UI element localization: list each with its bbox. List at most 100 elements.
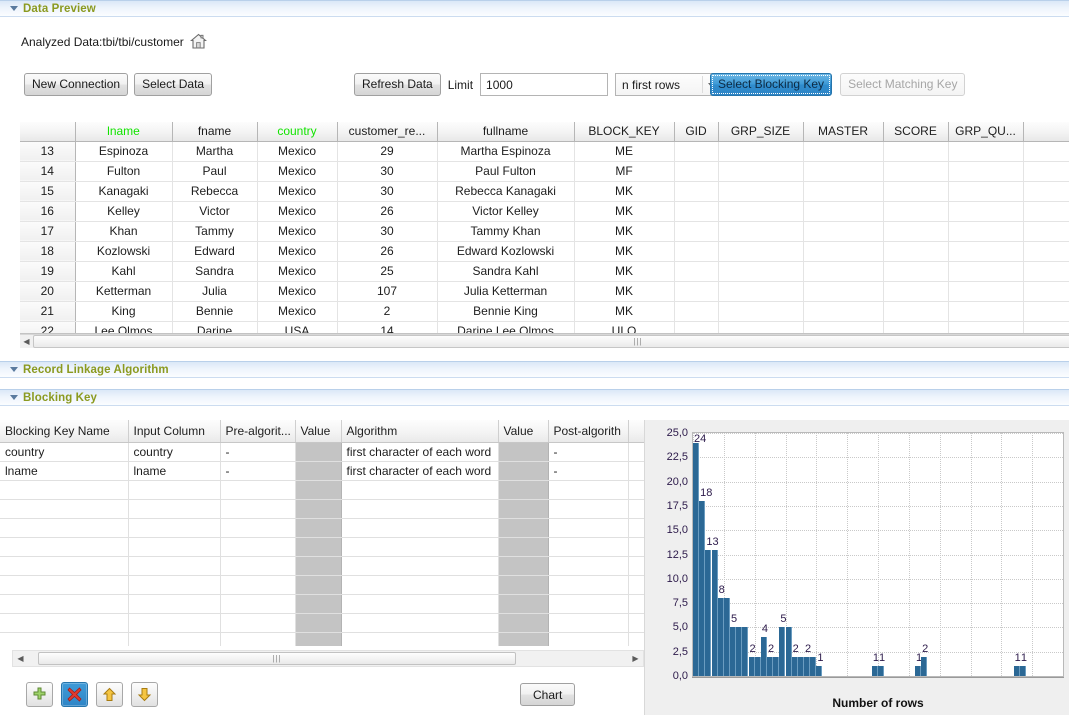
value-cell[interactable] xyxy=(498,442,548,461)
table-cell[interactable] xyxy=(718,301,803,321)
table-cell[interactable]: Khan xyxy=(75,221,172,241)
table-cell[interactable] xyxy=(948,181,1023,201)
table-cell[interactable] xyxy=(628,632,644,646)
table-cell[interactable]: 30 xyxy=(337,181,437,201)
table-cell[interactable]: Kahl xyxy=(75,261,172,281)
table-cell[interactable] xyxy=(341,556,498,575)
table-cell[interactable]: MK xyxy=(574,261,674,281)
limit-input[interactable] xyxy=(480,73,608,96)
table-cell[interactable] xyxy=(1023,161,1069,181)
table-cell[interactable] xyxy=(948,141,1023,161)
table-cell[interactable]: Edward xyxy=(172,241,257,261)
column-header-block-key[interactable]: BLOCK_KEY xyxy=(574,122,674,141)
column-header-gid[interactable]: GID xyxy=(674,122,718,141)
delete-row-button[interactable] xyxy=(61,682,88,707)
table-cell[interactable] xyxy=(220,480,295,499)
table-cell[interactable] xyxy=(883,201,948,221)
table-cell[interactable]: Mexico xyxy=(257,261,337,281)
column-header-post-algorith[interactable]: Post-algorith xyxy=(548,420,628,442)
value-cell[interactable] xyxy=(295,518,341,537)
table-cell[interactable] xyxy=(341,613,498,632)
table-cell[interactable]: Tammy xyxy=(172,221,257,241)
row-number-cell[interactable]: 17 xyxy=(20,221,75,241)
table-cell[interactable] xyxy=(803,161,883,181)
table-cell[interactable] xyxy=(0,499,128,518)
table-cell[interactable] xyxy=(803,181,883,201)
table-cell[interactable] xyxy=(628,442,644,461)
table-cell[interactable] xyxy=(803,301,883,321)
column-header-fullname[interactable]: fullname xyxy=(437,122,574,141)
table-cell[interactable] xyxy=(0,518,128,537)
table-cell[interactable] xyxy=(341,499,498,518)
row-number-cell[interactable]: 18 xyxy=(20,241,75,261)
chart-bar[interactable] xyxy=(816,666,822,676)
section-header-data-preview[interactable]: Data Preview xyxy=(0,0,1069,17)
table-cell[interactable]: Fulton xyxy=(75,161,172,181)
rows-mode-select[interactable]: n first rows xyxy=(615,73,723,96)
column-header[interactable] xyxy=(628,420,644,442)
column-header-master[interactable]: MASTER xyxy=(803,122,883,141)
row-number-cell[interactable]: 19 xyxy=(20,261,75,281)
value-cell[interactable] xyxy=(498,556,548,575)
table-cell[interactable] xyxy=(628,556,644,575)
table-cell[interactable]: MK xyxy=(574,221,674,241)
table-cell[interactable] xyxy=(803,241,883,261)
table-cell[interactable]: USA xyxy=(257,321,337,334)
table-cell[interactable] xyxy=(948,321,1023,334)
value-cell[interactable] xyxy=(295,594,341,613)
table-cell[interactable] xyxy=(220,499,295,518)
table-cell[interactable]: MK xyxy=(574,301,674,321)
table-row[interactable] xyxy=(0,537,644,556)
table-cell[interactable] xyxy=(718,141,803,161)
table-cell[interactable] xyxy=(628,537,644,556)
table-cell[interactable]: lname xyxy=(0,461,128,480)
table-cell[interactable] xyxy=(803,321,883,334)
table-cell[interactable]: Martha Espinoza xyxy=(437,141,574,161)
select-data-button[interactable]: Select Data xyxy=(134,73,212,96)
table-cell[interactable] xyxy=(674,221,718,241)
table-cell[interactable]: ME xyxy=(574,141,674,161)
table-cell[interactable] xyxy=(128,499,220,518)
value-cell[interactable] xyxy=(295,499,341,518)
table-cell[interactable]: Victor Kelley xyxy=(437,201,574,221)
section-header-blocking-key[interactable]: Blocking Key xyxy=(0,389,1069,406)
table-cell[interactable] xyxy=(803,281,883,301)
table-cell[interactable] xyxy=(883,301,948,321)
value-cell[interactable] xyxy=(295,613,341,632)
table-cell[interactable]: Tammy Khan xyxy=(437,221,574,241)
data-preview-grid[interactable]: lnamefnamecountrycustomer_re...fullnameB… xyxy=(20,122,1069,334)
table-cell[interactable] xyxy=(128,537,220,556)
table-cell[interactable]: Kozlowski xyxy=(75,241,172,261)
table-cell[interactable] xyxy=(718,261,803,281)
column-header-grp-size[interactable]: GRP_SIZE xyxy=(718,122,803,141)
table-cell[interactable] xyxy=(128,632,220,646)
column-header-blocking-key-name[interactable]: Blocking Key Name xyxy=(0,420,128,442)
table-cell[interactable] xyxy=(674,181,718,201)
table-cell[interactable] xyxy=(803,201,883,221)
table-cell[interactable] xyxy=(220,575,295,594)
table-cell[interactable] xyxy=(718,201,803,221)
table-cell[interactable] xyxy=(341,594,498,613)
table-cell[interactable] xyxy=(803,141,883,161)
row-number-cell[interactable]: 22 xyxy=(20,321,75,334)
table-cell[interactable] xyxy=(220,594,295,613)
table-row[interactable] xyxy=(0,480,644,499)
table-cell[interactable] xyxy=(548,613,628,632)
table-cell[interactable] xyxy=(674,161,718,181)
refresh-data-button[interactable]: Refresh Data xyxy=(354,73,441,96)
table-cell[interactable]: Darine xyxy=(172,321,257,334)
table-cell[interactable]: - xyxy=(220,461,295,480)
table-cell[interactable] xyxy=(948,221,1023,241)
table-cell[interactable] xyxy=(0,613,128,632)
value-cell[interactable] xyxy=(295,537,341,556)
table-cell[interactable] xyxy=(718,281,803,301)
column-header-lname[interactable]: lname xyxy=(75,122,172,141)
table-cell[interactable] xyxy=(220,537,295,556)
blocking-key-grid[interactable]: Blocking Key NameInput ColumnPre-algorit… xyxy=(0,420,644,646)
preview-horizontal-scrollbar[interactable]: ◀ ||| xyxy=(20,334,1069,348)
table-cell[interactable]: Sandra Kahl xyxy=(437,261,574,281)
table-cell[interactable] xyxy=(883,221,948,241)
table-cell[interactable] xyxy=(628,575,644,594)
table-cell[interactable] xyxy=(548,575,628,594)
table-row[interactable] xyxy=(0,632,644,646)
